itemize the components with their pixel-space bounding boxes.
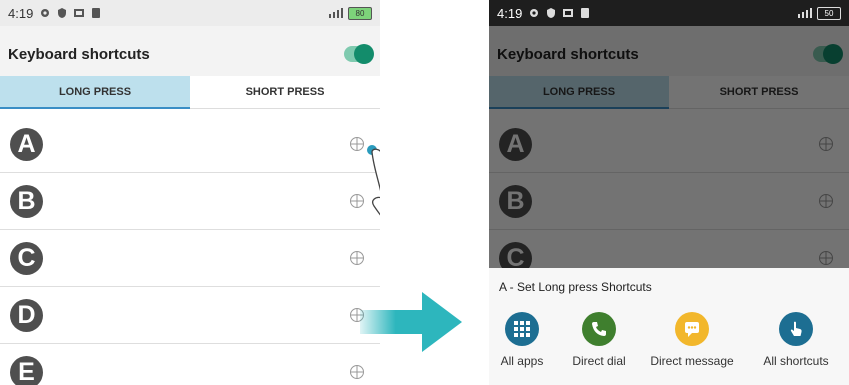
gear-icon	[530, 9, 539, 17]
option-label: All shortcuts	[763, 354, 829, 368]
status-time: 4:19	[497, 5, 523, 21]
shortcut-row-b[interactable]: B	[0, 173, 380, 230]
shield-icon	[58, 8, 67, 18]
option-direct-dial[interactable]: Direct dial	[554, 312, 644, 368]
signal-icon	[329, 8, 343, 18]
option-direct-message[interactable]: Direct message	[647, 312, 737, 368]
shortcut-row-a[interactable]: A	[0, 116, 380, 173]
letter-badge: B	[10, 185, 43, 218]
tab-bar: LONG PRESS SHORT PRESS	[0, 76, 380, 109]
option-all-shortcuts[interactable]: All shortcuts	[751, 312, 841, 368]
battery-icon: 80	[348, 6, 372, 20]
phone-screen-before: 4:19 80 Keyboard shortcuts LONG PRESS SH…	[0, 0, 380, 385]
option-label: Direct dial	[572, 354, 626, 368]
notification-icon	[92, 8, 101, 18]
shortcut-picker-sheet: A - Set Long press Shortcuts All apps Di…	[489, 268, 849, 385]
shortcut-row-e[interactable]: E	[0, 344, 380, 385]
title-bar: Keyboard shortcuts	[0, 26, 380, 82]
notification-icon	[581, 8, 590, 18]
signal-icon	[798, 8, 812, 18]
pointer-hand-icon	[779, 312, 813, 346]
tap-hand-icon	[367, 145, 380, 216]
gear-icon	[41, 9, 50, 17]
grid-icon	[505, 312, 539, 346]
add-icon[interactable]	[349, 364, 365, 380]
image-icon	[74, 9, 85, 17]
shield-icon	[547, 8, 556, 18]
status-bar: 4:19 50	[489, 0, 849, 26]
option-label: Direct message	[650, 354, 734, 368]
status-bar: 4:19 80	[0, 0, 380, 26]
message-icon	[675, 312, 709, 346]
phone-screen-after: 4:19 50 Keyboard shortcuts LONG PRESS SH…	[489, 0, 849, 385]
tab-short-press[interactable]: SHORT PRESS	[190, 76, 380, 109]
add-icon[interactable]	[349, 250, 365, 266]
shortcuts-toggle[interactable]	[344, 44, 374, 64]
letter-badge: D	[10, 299, 43, 332]
battery-level: 50	[824, 8, 834, 18]
sheet-title: A - Set Long press Shortcuts	[499, 280, 652, 294]
battery-level: 80	[355, 8, 365, 18]
shortcut-row-d[interactable]: D	[0, 287, 380, 344]
letter-badge: E	[10, 356, 43, 385]
letter-badge: A	[10, 128, 43, 161]
tab-long-press[interactable]: LONG PRESS	[0, 76, 190, 109]
image-icon	[563, 9, 574, 17]
page-title: Keyboard shortcuts	[8, 45, 150, 63]
phone-icon	[582, 312, 616, 346]
battery-icon: 50	[817, 6, 841, 20]
shortcut-row-c[interactable]: C	[0, 230, 380, 287]
letter-badge: C	[10, 242, 43, 275]
status-time: 4:19	[8, 5, 34, 21]
right-arrow-icon	[360, 292, 462, 352]
toggle-knob	[354, 44, 374, 64]
